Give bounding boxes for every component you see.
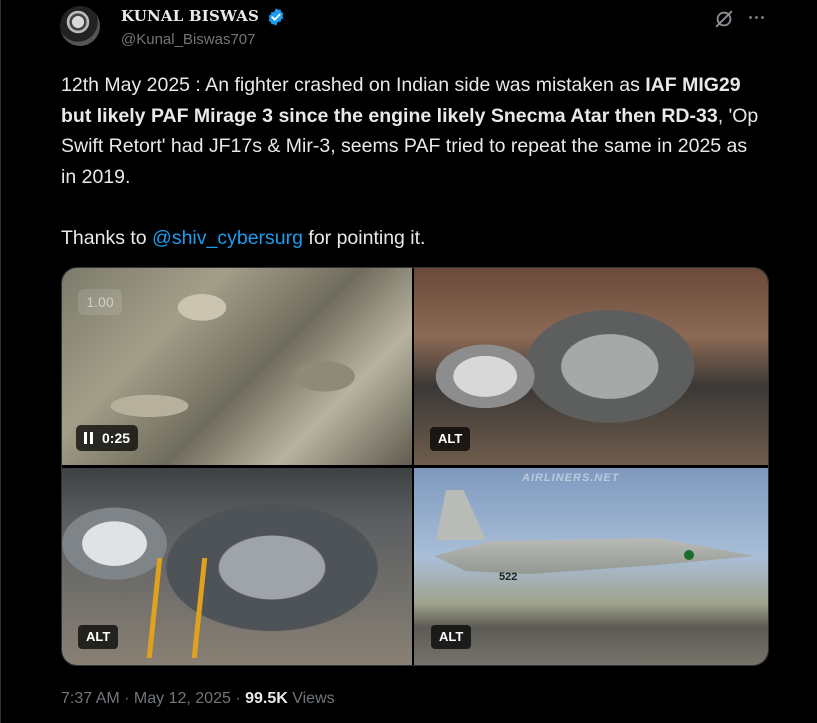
image-tile-engine-2[interactable]: ALT xyxy=(62,468,412,665)
jet-tail-fin xyxy=(436,490,486,540)
author-name[interactable]: KUNAL BISWAS xyxy=(121,7,259,25)
meta-separator: · xyxy=(119,690,134,707)
verified-badge-icon xyxy=(268,8,284,26)
views-count[interactable]: 99.5K xyxy=(245,690,288,707)
video-time: 0:25 xyxy=(102,430,131,446)
meta-separator: · xyxy=(230,690,246,707)
mention-link[interactable]: @shiv_cybersurg xyxy=(152,227,303,249)
image-tile-jet[interactable]: AIRLINERS.NET 522 ALT xyxy=(414,468,768,665)
tweet-time[interactable]: 7:37 AM xyxy=(61,690,120,707)
image-watermark: AIRLINERS.NET xyxy=(522,472,620,484)
alt-badge[interactable]: ALT xyxy=(78,625,119,649)
author-handle[interactable]: @Kunal_Biswas707 xyxy=(121,31,255,48)
thanks-prefix: Thanks to xyxy=(61,226,153,249)
thanks-suffix: for pointing it. xyxy=(302,226,426,249)
views-label: Views xyxy=(287,690,335,707)
engine-stand xyxy=(146,558,208,658)
jet-tail-number: 522 xyxy=(499,571,518,583)
playback-rate[interactable]: 1.00 xyxy=(78,289,122,315)
video-tile[interactable]: 1.00 0:25 xyxy=(62,268,412,465)
alt-badge[interactable]: ALT xyxy=(431,625,472,649)
more-icon[interactable] xyxy=(745,9,767,25)
grok-icon[interactable] xyxy=(713,8,735,30)
pause-icon[interactable] xyxy=(84,432,93,444)
timeline-border xyxy=(0,0,1,723)
video-controls[interactable]: 0:25 xyxy=(76,425,139,451)
tweet-text: 12th May 2025 : An fighter crashed on In… xyxy=(61,70,761,253)
media-grid: 1.00 0:25 ALT ALT AIRLINERS.NET 522 ALT xyxy=(61,267,769,666)
tweet-meta: 7:37 AM · May 12, 2025 · 99.5K Views xyxy=(61,690,335,708)
avatar[interactable] xyxy=(60,6,100,46)
image-tile-engine-1[interactable]: ALT xyxy=(414,268,768,465)
alt-badge[interactable]: ALT xyxy=(430,427,471,451)
tweet-text-part1: 12th May 2025 : An fighter crashed on In… xyxy=(61,74,646,96)
tweet-date[interactable]: May 12, 2025 xyxy=(134,690,231,707)
jet-roundel xyxy=(684,550,694,560)
